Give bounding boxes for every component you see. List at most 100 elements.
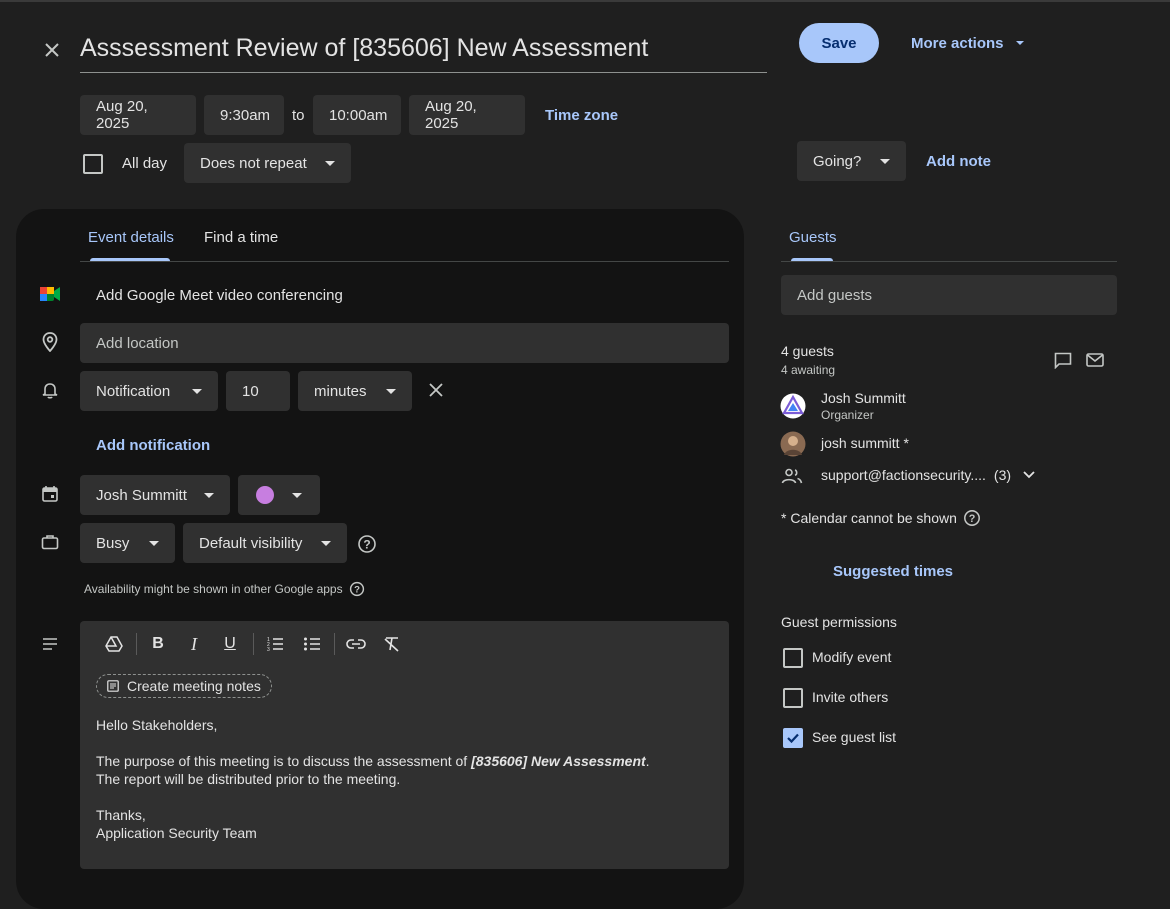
bell-icon: [38, 378, 62, 402]
caret-down-icon: [321, 540, 331, 546]
description-text: Hello Stakeholders, The purpose of this …: [96, 716, 716, 842]
greeting-line: Hello Stakeholders,: [96, 717, 218, 733]
help-icon[interactable]: ?: [349, 581, 365, 597]
visibility-select[interactable]: Default visibility: [183, 523, 347, 563]
chevron-down-icon[interactable]: [1023, 471, 1035, 479]
notification-amount-input[interactable]: 10: [226, 371, 290, 411]
close-icon[interactable]: [40, 38, 64, 62]
to-label: to: [292, 107, 305, 124]
description-icon: [38, 632, 62, 656]
guest-role: Organizer: [821, 408, 874, 422]
google-drive-icon[interactable]: [102, 632, 126, 656]
checkmark-icon: [787, 733, 799, 744]
add-guests-input[interactable]: Add guests: [781, 275, 1117, 315]
save-button[interactable]: Save: [799, 23, 879, 63]
tab-guests[interactable]: Guests: [789, 229, 837, 246]
guest-name: josh summitt *: [821, 435, 909, 451]
notes-icon: [107, 680, 119, 692]
body-line: The purpose of this meeting is to discus…: [96, 753, 650, 769]
modify-event-label: Modify event: [812, 649, 892, 665]
guest-group-email: support@factionsecurity....: [821, 467, 986, 483]
invite-others-checkbox[interactable]: [783, 688, 803, 708]
event-color-select[interactable]: [238, 475, 320, 515]
toolbar-divider: [334, 633, 335, 655]
calendar-owner-select[interactable]: Josh Summitt: [80, 475, 230, 515]
help-icon[interactable]: ?: [355, 532, 379, 556]
going-select[interactable]: Going?: [797, 141, 906, 181]
link-icon[interactable]: [344, 632, 368, 656]
guest-group-row[interactable]: support@factionsecurity.... (3): [821, 467, 1035, 483]
end-time-field[interactable]: 10:00am: [313, 95, 401, 135]
location-input[interactable]: Add location: [80, 323, 729, 363]
add-note-link[interactable]: Add note: [926, 153, 991, 170]
end-date-field[interactable]: Aug 20, 2025: [409, 95, 525, 135]
location-pin-icon: [38, 330, 62, 354]
suggested-times-link[interactable]: Suggested times: [833, 563, 953, 580]
start-date-field[interactable]: Aug 20, 2025: [80, 95, 196, 135]
caret-down-icon: [204, 492, 214, 498]
svg-text:?: ?: [354, 585, 360, 596]
google-meet-icon: [38, 282, 62, 306]
guest-group-count: (3): [993, 467, 1012, 483]
signoff-team: Application Security Team: [96, 825, 257, 841]
notification-type-select[interactable]: Notification: [80, 371, 218, 411]
all-day-label: All day: [122, 155, 168, 172]
notification-unit-select[interactable]: minutes: [298, 371, 412, 411]
chevron-down-icon: [1015, 41, 1024, 45]
see-guest-list-checkbox[interactable]: [783, 728, 803, 748]
calendar-icon: [38, 482, 62, 506]
toolbar-divider: [136, 633, 137, 655]
see-guest-list-label: See guest list: [812, 729, 897, 745]
create-meeting-notes-button[interactable]: Create meeting notes: [96, 674, 272, 698]
caret-down-icon: [880, 158, 890, 164]
invite-others-label: Invite others: [812, 689, 889, 705]
start-time-field[interactable]: 9:30am: [204, 95, 284, 135]
availability-note: Availability might be shown in other Goo…: [84, 581, 365, 597]
add-meet-link[interactable]: Add Google Meet video conferencing: [96, 287, 343, 304]
numbered-list-icon[interactable]: 123: [263, 632, 287, 656]
briefcase-icon: [38, 530, 62, 554]
busy-select[interactable]: Busy: [80, 523, 175, 563]
guests-tab-divider: [781, 261, 1117, 262]
toolbar-divider: [253, 633, 254, 655]
chat-icon[interactable]: [1051, 348, 1075, 372]
svg-text:?: ?: [969, 513, 976, 525]
all-day-checkbox[interactable]: [83, 154, 103, 174]
caret-down-icon: [386, 388, 396, 394]
clear-formatting-icon[interactable]: [380, 632, 404, 656]
event-title: Asssessment Review of [835606] New Asses…: [80, 34, 649, 62]
help-icon[interactable]: ?: [963, 509, 981, 527]
guest-awaiting: 4 awaiting: [781, 363, 836, 377]
tab-event-details[interactable]: Event details: [88, 229, 174, 246]
add-notification-link[interactable]: Add notification: [96, 437, 210, 454]
more-actions-button[interactable]: More actions: [911, 32, 1024, 54]
svg-text:3: 3: [267, 647, 270, 652]
underline-icon[interactable]: U: [218, 632, 242, 656]
tabs-divider: [80, 261, 729, 262]
repeat-select[interactable]: Does not repeat: [184, 143, 351, 183]
caret-down-icon: [325, 160, 335, 166]
modify-event-checkbox[interactable]: [783, 648, 803, 668]
time-zone-link[interactable]: Time zone: [545, 107, 618, 124]
bulleted-list-icon[interactable]: [300, 632, 324, 656]
signoff-thanks: Thanks,: [96, 807, 146, 823]
italic-icon[interactable]: I: [182, 632, 206, 656]
remove-notification-icon[interactable]: [424, 378, 448, 402]
guest-permissions-title: Guest permissions: [781, 614, 897, 630]
color-dot: [256, 486, 274, 504]
body-line-2: The report will be distributed prior to …: [96, 771, 401, 787]
event-title-input[interactable]: Asssessment Review of [835606] New Asses…: [80, 30, 767, 73]
guest-count: 4 guests: [781, 343, 834, 359]
assessment-name: [835606] New Assessment: [471, 753, 646, 769]
guest-avatar: [780, 431, 806, 457]
calendar-note: * Calendar cannot be shown ?: [781, 509, 981, 527]
caret-down-icon: [192, 388, 202, 394]
bold-icon[interactable]: B: [146, 632, 170, 656]
group-icon: [780, 464, 804, 488]
guest-avatar: [780, 393, 806, 419]
email-icon[interactable]: [1083, 348, 1107, 372]
guest-name: Josh Summitt: [821, 390, 906, 406]
caret-down-icon: [149, 540, 159, 546]
caret-down-icon: [292, 492, 302, 498]
tab-find-a-time[interactable]: Find a time: [204, 229, 278, 246]
